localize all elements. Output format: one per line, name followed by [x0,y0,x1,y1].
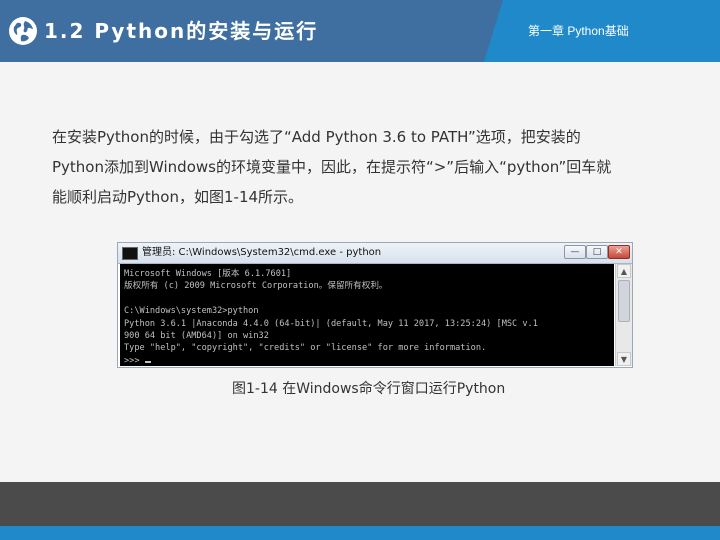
globe-icon [9,17,37,45]
close-button[interactable]: ✕ [608,245,630,259]
console-line: Microsoft Windows [版本 6.1.7601] [124,269,292,279]
console-line: 900 64 bit (AMD64)] on win32 [124,331,269,342]
console-line: C:\Windows\system32>python [124,306,259,317]
cmd-window-screenshot: 管理员: C:\Windows\System32\cmd.exe - pytho… [117,242,633,368]
paragraph-line: 能顺利启动Python，如图1-14所示。 [52,188,304,206]
console-scrollbar[interactable]: ▲ ▼ [615,264,632,366]
scroll-down-icon[interactable]: ▼ [617,352,631,366]
console-line: Python 3.6.1 |Anaconda 4.4.0 (64-bit)| (… [124,318,538,329]
scroll-up-icon[interactable]: ▲ [617,264,631,278]
console-prompt: >>> [124,355,145,366]
footer-accent-strip [0,526,720,540]
chapter-label: 第一章 Python基础 [528,24,629,38]
scrollbar-thumb[interactable] [618,280,630,322]
cmd-app-icon [122,247,138,260]
minimize-button[interactable]: — [564,245,586,259]
figure-caption: 图1-14 在Windows命令行窗口运行Python [232,381,506,397]
console-cursor [144,360,151,363]
body-paragraph: 在安装Python的时候，由于勾选了“Add Python 3.6 to PAT… [52,122,692,212]
page-title: 1.2 Python的安装与运行 [44,19,319,43]
cmd-window-title: 管理员: C:\Windows\System32\cmd.exe - pytho… [142,247,382,258]
footer-band [0,482,720,526]
paragraph-line: Python添加到Windows的环境变量中，因此，在提示符“>”后输入“pyt… [52,158,612,176]
paragraph-line: 在安装Python的时候，由于勾选了“Add Python 3.6 to PAT… [52,128,581,146]
maximize-button[interactable]: □ [586,245,608,259]
console-line: 版权所有 (c) 2009 Microsoft Corporation。保留所有… [124,281,388,292]
slide-header: 1.2 Python的安装与运行 第一章 Python基础 [0,0,720,62]
cmd-titlebar: 管理员: C:\Windows\System32\cmd.exe - pytho… [118,243,632,264]
console-output: Microsoft Windows [版本 6.1.7601] 版权所有 (c)… [120,264,614,366]
console-line: Type "help", "copyright", "credits" or "… [124,343,487,354]
